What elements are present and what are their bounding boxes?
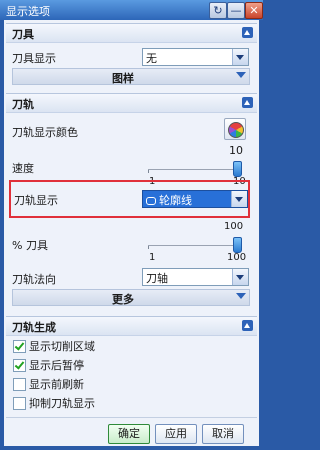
trail-icon: [146, 197, 156, 205]
chevron-down-icon[interactable]: [231, 191, 247, 207]
path-color-label: 刀轨显示颜色: [12, 126, 78, 139]
color-picker-button[interactable]: [224, 118, 246, 140]
speed-slider-track[interactable]: [148, 169, 240, 170]
tool-percent-slider-thumb[interactable]: [233, 237, 242, 253]
path-axis-value: 刀轴: [146, 272, 168, 285]
section-title-tool: 刀具: [12, 28, 34, 41]
speed-slider-thumb[interactable]: [233, 161, 242, 177]
chevron-down-icon[interactable]: [232, 49, 248, 65]
pause-after-display-checkbox[interactable]: [13, 359, 26, 372]
window-title: 显示选项: [6, 5, 50, 18]
show-cut-region-label: 显示切削区域: [29, 340, 95, 353]
tool-percent-label: % 刀具: [12, 239, 48, 252]
path-display-label: 刀轨显示: [14, 194, 58, 207]
collapse-up-icon[interactable]: [242, 97, 253, 108]
tool-display-label: 刀具显示: [12, 52, 56, 65]
collapse-up-icon[interactable]: [242, 320, 253, 331]
expand-chevron-icon: [236, 293, 246, 299]
tool-percent-min: 1: [149, 252, 156, 263]
path-display-value-text: 轮廓线: [159, 194, 192, 207]
tool-percent-max: 100: [227, 252, 247, 263]
slider-tick-start: [148, 170, 149, 173]
more-group-bar[interactable]: 更多: [12, 289, 250, 306]
section-header-tool[interactable]: 刀具: [6, 23, 257, 43]
refresh-before-display-checkbox[interactable]: [13, 378, 26, 391]
show-cut-region-checkbox[interactable]: [13, 340, 26, 353]
path-display-dropdown[interactable]: 轮廓线: [142, 190, 248, 208]
footer-divider: [6, 417, 257, 418]
graphics-group-label: 图样: [112, 72, 134, 85]
refresh-before-display-label: 显示前刷新: [29, 378, 84, 391]
suppress-path-display-checkbox[interactable]: [13, 397, 26, 410]
suppress-path-display-label: 抑制刀轨显示: [29, 397, 95, 410]
pause-after-display-label: 显示后暂停: [29, 359, 84, 372]
tool-percent-slider-track[interactable]: [148, 245, 240, 246]
graphics-group-bar[interactable]: 图样: [12, 68, 250, 85]
speed-value: 10: [229, 144, 243, 157]
ok-button[interactable]: 确定: [108, 424, 150, 444]
path-display-value: 轮廓线: [146, 192, 192, 208]
tool-display-dropdown[interactable]: 无: [142, 48, 249, 66]
tool-percent-value: 100: [224, 221, 244, 232]
path-axis-dropdown[interactable]: 刀轴: [142, 268, 249, 286]
minimize-button[interactable]: —: [227, 2, 245, 19]
dialog-body: 刀具 刀具显示 无 图样 刀轨 刀轨显示颜色 10 速度 1 10 刀轨显示 轮…: [4, 20, 259, 446]
tool-display-value: 无: [146, 52, 157, 65]
reset-button[interactable]: ↻: [209, 2, 227, 19]
close-button[interactable]: ✕: [245, 2, 263, 19]
more-group-label: 更多: [112, 293, 134, 306]
collapse-up-icon[interactable]: [242, 27, 253, 38]
palette-icon: [228, 122, 244, 138]
title-bar: 显示选项 ↻ — ✕: [0, 0, 263, 20]
apply-button[interactable]: 应用: [155, 424, 197, 444]
section-title-path: 刀轨: [12, 98, 34, 111]
section-header-generation[interactable]: 刀轨生成: [6, 316, 257, 336]
cancel-button[interactable]: 取消: [202, 424, 244, 444]
slider-tick-start: [148, 246, 149, 249]
speed-label: 速度: [12, 162, 34, 175]
expand-chevron-icon: [236, 72, 246, 78]
path-axis-label: 刀轨法向: [12, 273, 56, 286]
chevron-down-icon[interactable]: [232, 269, 248, 285]
section-header-path[interactable]: 刀轨: [6, 93, 257, 113]
section-title-generation: 刀轨生成: [12, 321, 56, 334]
